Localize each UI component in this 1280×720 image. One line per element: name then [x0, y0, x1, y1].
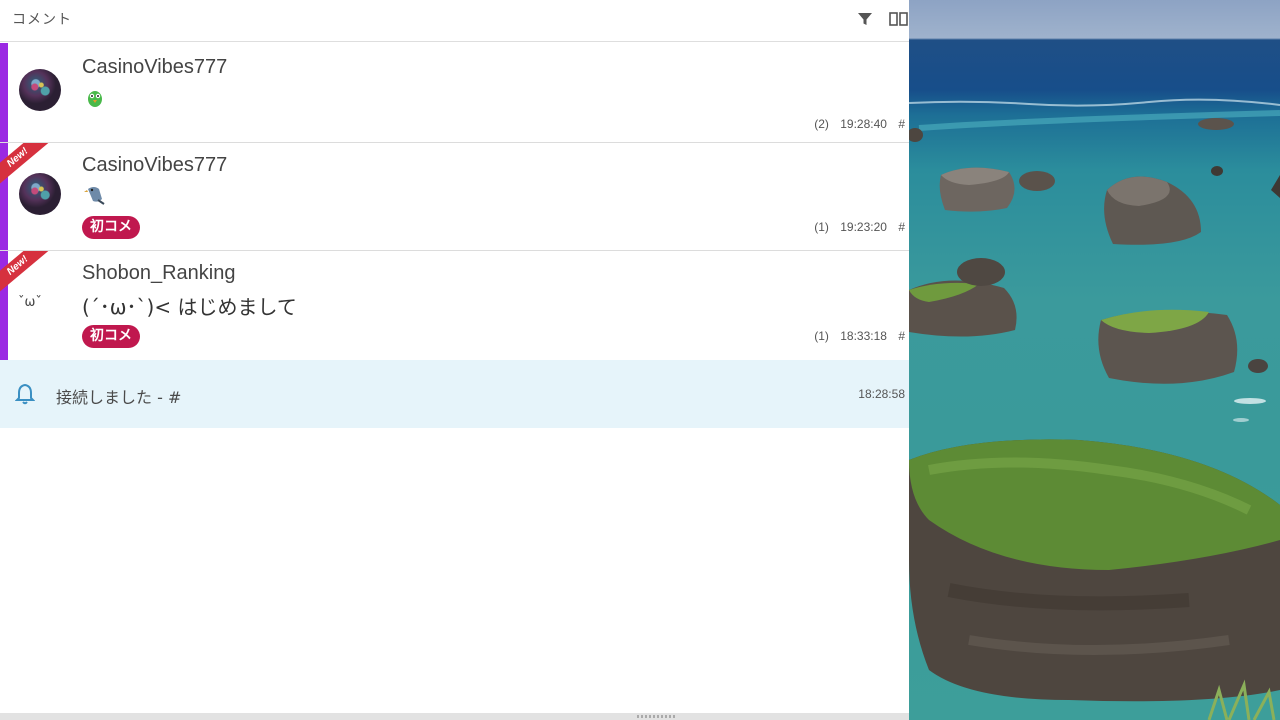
columns-icon[interactable] — [889, 11, 909, 27]
comment-count: (1) — [814, 220, 829, 234]
resize-handle[interactable] — [0, 713, 909, 720]
avatar[interactable] — [19, 69, 61, 111]
first-comment-badge: 初コメ — [82, 325, 140, 348]
parrot-emoji-icon — [88, 91, 102, 107]
avatar[interactable]: ˇωˇ — [18, 295, 42, 310]
comment-time: 18:33:18 — [840, 329, 887, 343]
comment-panel: コメント CasinoVibes777 (2) 19:28:40 # New! … — [0, 0, 909, 720]
comment-meta: (2) 19:28:40 # — [806, 117, 905, 131]
background-photo — [909, 0, 1280, 720]
accent-bar — [0, 43, 8, 142]
comment-username[interactable]: CasinoVibes777 — [82, 56, 227, 79]
comment-item[interactable]: CasinoVibes777 (2) 19:28:40 # — [0, 43, 909, 143]
comment-hash-link[interactable]: # — [898, 117, 905, 131]
bell-icon — [15, 383, 35, 405]
panel-header: コメント — [0, 0, 909, 42]
comment-time: 19:28:40 — [840, 117, 887, 131]
new-ribbon: New! — [0, 251, 54, 298]
avatar[interactable] — [19, 173, 61, 215]
comment-message: (´･ω･`)< はじめまして — [82, 295, 297, 319]
resize-grip[interactable] — [637, 715, 677, 718]
comment-username[interactable]: CasinoVibes777 — [82, 154, 227, 177]
panel-title: コメント — [12, 12, 72, 28]
comment-item[interactable]: New! CasinoVibes777 初コメ (1) 19:23:20 # — [0, 143, 909, 251]
comment-meta: (1) 18:33:18 # — [806, 329, 905, 343]
bird-emoji-icon — [84, 187, 105, 205]
system-message-text: 接続しました - # — [56, 388, 182, 407]
comment-item[interactable]: New! ˇωˇ Shobon_Ranking (´･ω･`)< はじめまして … — [0, 251, 909, 360]
comment-count: (1) — [814, 329, 829, 343]
comment-username[interactable]: Shobon_Ranking — [82, 262, 235, 285]
comment-hash-link[interactable]: # — [898, 329, 905, 343]
comment-time: 19:23:20 — [840, 220, 887, 234]
system-message: 接続しました - # 18:28:58 — [0, 360, 909, 428]
comment-count: (2) — [814, 117, 829, 131]
comment-hash-link[interactable]: # — [898, 220, 905, 234]
filter-icon[interactable] — [857, 11, 873, 27]
first-comment-badge: 初コメ — [82, 216, 140, 239]
comment-meta: (1) 19:23:20 # — [806, 220, 905, 234]
system-message-time: 18:28:58 — [858, 387, 905, 401]
